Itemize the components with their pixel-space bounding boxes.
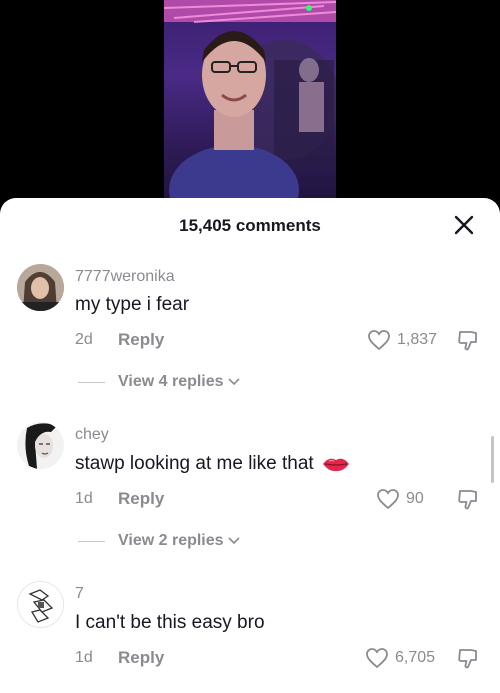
scrollbar[interactable] <box>491 436 494 483</box>
dislike-icon[interactable] <box>456 329 480 353</box>
comment-username[interactable]: 7 <box>75 585 84 603</box>
video-frame <box>164 0 336 215</box>
comments-header: 15,405 comments <box>0 198 500 252</box>
comment-time: 2d <box>75 331 93 348</box>
comment-text-content: stawp looking at me like that <box>75 453 314 474</box>
chevron-down-icon <box>227 378 240 386</box>
comment-time: 1d <box>75 490 93 507</box>
comment-text: my type i fear <box>75 294 190 315</box>
video-scene-image <box>164 0 336 215</box>
heart-icon <box>368 330 390 351</box>
like-button[interactable]: 1,837 <box>367 329 437 351</box>
comment-username[interactable]: 7777weronika <box>75 268 175 286</box>
like-button[interactable]: 6,705 <box>365 647 435 669</box>
close-icon[interactable] <box>453 214 475 236</box>
reply-button[interactable]: Reply <box>118 330 164 350</box>
avatar[interactable] <box>17 264 64 311</box>
chevron-down-icon <box>227 537 240 545</box>
dislike-icon[interactable] <box>456 488 480 512</box>
comment-username[interactable]: chey <box>75 426 109 444</box>
heart-icon <box>366 648 388 669</box>
video-player[interactable] <box>0 0 500 215</box>
lips-emoji-icon <box>322 458 349 472</box>
comment-time: 1d <box>75 649 93 666</box>
comment-text: I can't be this easy bro <box>75 612 265 633</box>
avatar[interactable] <box>17 422 64 469</box>
like-count: 1,837 <box>397 331 438 348</box>
comment-count: 15,405 comments <box>179 216 321 235</box>
view-replies-label: View 4 replies <box>118 373 224 390</box>
dislike-icon[interactable] <box>456 647 480 671</box>
like-button[interactable]: 90 <box>376 488 424 510</box>
comments-sheet: 15,405 comments 7777weronika my type i f… <box>0 198 500 693</box>
divider-line <box>78 381 105 383</box>
comment-text: stawp looking at me like that <box>75 453 350 475</box>
reply-button[interactable]: Reply <box>118 648 164 668</box>
view-replies-button[interactable]: View 4 replies <box>78 373 240 391</box>
like-count: 6,705 <box>395 649 436 666</box>
avatar[interactable] <box>17 581 64 628</box>
view-replies-button[interactable]: View 2 replies <box>78 532 240 550</box>
heart-icon <box>377 489 399 510</box>
reply-button[interactable]: Reply <box>118 489 164 509</box>
like-count: 90 <box>406 490 424 507</box>
divider-line <box>78 540 105 542</box>
view-replies-label: View 2 replies <box>118 532 224 549</box>
